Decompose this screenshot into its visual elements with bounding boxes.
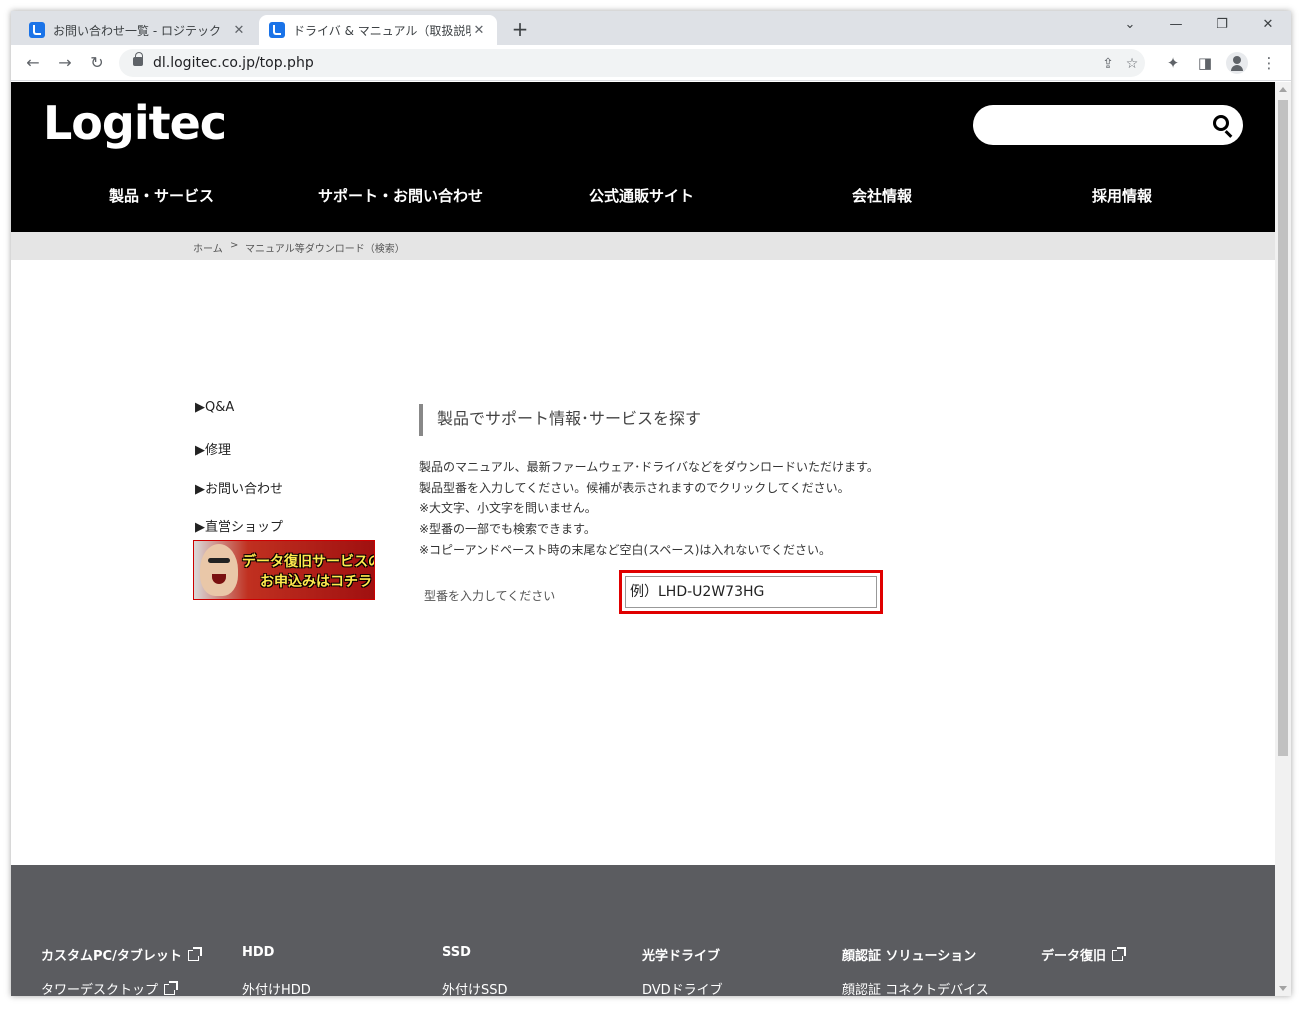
nav-company-info[interactable]: 会社情報 bbox=[852, 185, 912, 206]
page-scrollbar[interactable] bbox=[1275, 82, 1291, 996]
model-input-label: 型番を入力してください bbox=[424, 589, 556, 603]
global-nav: 製品・サービス サポート・お問い合わせ 公式通販サイト 会社情報 採用情報 bbox=[11, 177, 1275, 211]
share-icon[interactable]: ⇪ bbox=[1099, 55, 1117, 73]
footer-link-external-ssd[interactable]: 外付けSSD bbox=[442, 979, 508, 996]
model-input-highlight bbox=[619, 570, 883, 614]
footer-heading-hdd[interactable]: HDD bbox=[242, 945, 274, 960]
external-link-icon bbox=[164, 981, 179, 995]
extensions-icon[interactable]: ✦ bbox=[1161, 51, 1185, 75]
nav-products-services[interactable]: 製品・サービス bbox=[109, 185, 214, 206]
description-line: 製品のマニュアル、最新ファームウェア･ドライバなどをダウンロードいただけます。 bbox=[419, 460, 879, 474]
footer-heading-optical[interactable]: 光学ドライブ bbox=[642, 945, 720, 964]
bookmark-star-icon[interactable]: ☆ bbox=[1123, 55, 1141, 73]
window-close-icon[interactable]: ✕ bbox=[1245, 11, 1291, 41]
sidebar-link-qa[interactable]: ▶Q&A bbox=[195, 400, 234, 415]
breadcrumb-separator: > bbox=[230, 240, 239, 251]
tab-inquiry-list[interactable]: お問い合わせ一覧 - ロジテック ✕ bbox=[19, 15, 257, 45]
tab-title: お問い合わせ一覧 - ロジテック bbox=[53, 23, 221, 38]
scrollbar-thumb[interactable] bbox=[1278, 100, 1288, 756]
nav-support-contact[interactable]: サポート・お問い合わせ bbox=[318, 185, 483, 206]
footer-link-external-hdd[interactable]: 外付けHDD bbox=[242, 979, 311, 996]
close-icon[interactable]: ✕ bbox=[471, 23, 487, 38]
side-panel-icon[interactable]: ◨ bbox=[1193, 51, 1217, 75]
banner-line-1: データ復旧サービスの bbox=[242, 554, 375, 570]
site-search bbox=[973, 105, 1243, 145]
footer-link-tower-desktop[interactable]: タワーデスクトップ bbox=[41, 979, 179, 996]
breadcrumb-home[interactable]: ホーム bbox=[193, 240, 223, 255]
scroll-up-icon[interactable] bbox=[1279, 87, 1287, 92]
new-tab-button[interactable]: + bbox=[507, 17, 533, 43]
external-link-icon bbox=[187, 947, 202, 961]
lock-icon[interactable] bbox=[133, 52, 143, 66]
footer-heading-data-recovery[interactable]: データ復旧 bbox=[1041, 945, 1127, 964]
banner-line-2: お申込みはコチラ bbox=[260, 574, 372, 590]
restore-icon[interactable]: ❐ bbox=[1199, 11, 1245, 41]
footer-heading-text: カスタムPC/タブレット bbox=[41, 949, 182, 964]
footer-heading-face-auth[interactable]: 顔認証 ソリューション bbox=[842, 945, 976, 964]
browser-window: お問い合わせ一覧 - ロジテック ✕ ドライバ & マニュアル（取扱説明書） ✕… bbox=[11, 11, 1291, 996]
footer-heading-text: データ復旧 bbox=[1041, 949, 1107, 964]
tab-title: ドライバ & マニュアル（取扱説明書） bbox=[293, 23, 471, 38]
footer-link-dvd-drive[interactable]: DVDドライブ bbox=[642, 979, 723, 996]
logitec-logo[interactable]: Logitec bbox=[43, 96, 227, 150]
url-text[interactable]: dl.logitec.co.jp/top.php bbox=[153, 55, 314, 71]
close-icon[interactable]: ✕ bbox=[231, 23, 247, 38]
tab-search-icon[interactable]: ⌄ bbox=[1107, 11, 1153, 41]
sidebar-link-direct-shop[interactable]: ▶直営ショップ bbox=[195, 516, 283, 535]
breadcrumb: ホーム > マニュアル等ダウンロード（検索） bbox=[11, 232, 1275, 260]
description-line: 製品型番を入力してください。候補が表示されますのでクリックしてください。 bbox=[419, 481, 850, 495]
banner-face-image bbox=[200, 544, 238, 596]
footer-heading-custom-pc[interactable]: カスタムPC/タブレット bbox=[41, 945, 202, 964]
page-viewport: Logitec 製品・サービス サポート・お問い合わせ 公式通販サイト 会社情報… bbox=[11, 82, 1275, 996]
menu-icon[interactable]: ⋮ bbox=[1257, 51, 1281, 75]
description-line: ※大文字、小文字を問いません。 bbox=[419, 501, 597, 515]
site-footer: カスタムPC/タブレット タワーデスクトップ HDD 外付けHDD SSD 外付… bbox=[11, 865, 1275, 996]
model-number-input[interactable] bbox=[625, 576, 877, 608]
profile-avatar-icon[interactable] bbox=[1226, 52, 1248, 74]
forward-icon[interactable]: → bbox=[53, 51, 77, 75]
footer-heading-ssd[interactable]: SSD bbox=[442, 945, 471, 960]
logitec-favicon-icon bbox=[269, 22, 285, 38]
reload-icon[interactable]: ↻ bbox=[85, 51, 109, 75]
footer-link-text: タワーデスクトップ bbox=[41, 983, 159, 996]
sidebar-link-contact[interactable]: ▶お問い合わせ bbox=[195, 478, 283, 497]
external-link-icon bbox=[1112, 947, 1127, 961]
nav-official-store[interactable]: 公式通販サイト bbox=[589, 185, 694, 206]
section-title: 製品でサポート情報･サービスを探す bbox=[419, 404, 701, 436]
scroll-down-icon[interactable] bbox=[1279, 986, 1287, 991]
minimize-icon[interactable]: — bbox=[1153, 11, 1199, 41]
breadcrumb-current: マニュアル等ダウンロード（検索） bbox=[245, 244, 405, 255]
search-icon[interactable] bbox=[1213, 115, 1229, 131]
tab-driver-manual[interactable]: ドライバ & マニュアル（取扱説明書） ✕ bbox=[259, 15, 497, 45]
sidebar-link-repair[interactable]: ▶修理 bbox=[195, 439, 231, 458]
logitec-favicon-icon bbox=[29, 22, 45, 38]
data-recovery-banner[interactable]: データ復旧サービスの お申込みはコチラ bbox=[193, 540, 375, 600]
description-line: ※コピーアンドペースト時の末尾など空白(スペース)は入れないでください。 bbox=[419, 543, 832, 557]
footer-link-face-connect[interactable]: 顔認証 コネクトデバイス bbox=[842, 979, 989, 996]
site-header: Logitec 製品・サービス サポート・お問い合わせ 公式通販サイト 会社情報… bbox=[11, 82, 1275, 232]
nav-recruit[interactable]: 採用情報 bbox=[1092, 185, 1152, 206]
browser-toolbar: ← → ↻ dl.logitec.co.jp/top.php ⇪ ☆ ✦ ◨ ⋮ bbox=[11, 45, 1291, 81]
back-icon[interactable]: ← bbox=[21, 51, 45, 75]
site-search-input[interactable] bbox=[987, 113, 1197, 137]
description-line: ※型番の一部でも検索できます。 bbox=[419, 522, 596, 536]
tab-strip: お問い合わせ一覧 - ロジテック ✕ ドライバ & マニュアル（取扱説明書） ✕… bbox=[11, 11, 1291, 45]
address-bar[interactable]: dl.logitec.co.jp/top.php ⇪ ☆ bbox=[119, 49, 1145, 77]
window-controls: ⌄ — ❐ ✕ bbox=[1107, 11, 1291, 41]
